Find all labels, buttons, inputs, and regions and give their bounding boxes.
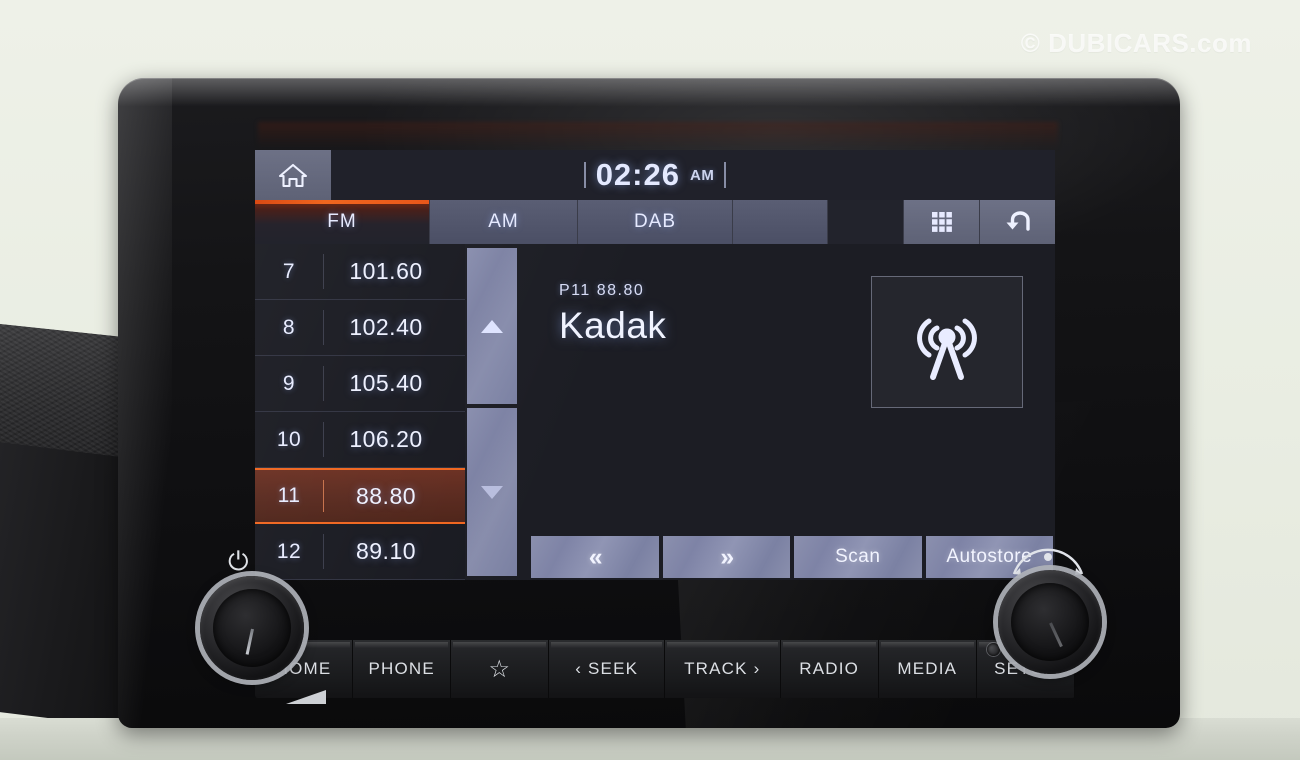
star-icon: ☆ xyxy=(488,655,512,683)
phone-hardkey[interactable]: PHONE xyxy=(353,640,452,698)
track-hardkey-label: TRACK › xyxy=(684,659,761,678)
source-icon-box xyxy=(871,276,1023,408)
preset-frequency: 88.80 xyxy=(355,482,417,509)
favorite-hardkey[interactable]: ☆ xyxy=(451,640,550,698)
infotainment-screen[interactable]: 02:26 AM FM AM DAB 7 101.60 8 102.40 9 1… xyxy=(255,150,1055,580)
radio-content: 7 101.60 8 102.40 9 105.40 10 106.20 11 … xyxy=(255,244,1055,580)
hardware-button-row: HOME PHONE ☆ ‹ SEEK TRACK › RADIO MEDIA … xyxy=(255,640,1075,698)
clock-divider-right xyxy=(724,162,727,188)
seek-hardkey-label: ‹ SEEK xyxy=(575,659,639,678)
tune-down-label: « xyxy=(588,542,603,571)
preset-list: 7 101.60 8 102.40 9 105.40 10 106.20 11 … xyxy=(255,244,465,580)
band-tab-bar: FM AM DAB xyxy=(255,200,1055,244)
preset-frequency: 102.40 xyxy=(349,314,423,340)
chevron-up-icon xyxy=(481,319,503,333)
table-row[interactable]: 7 101.60 xyxy=(255,244,465,300)
preset-frequency: 106.20 xyxy=(349,426,423,452)
station-info: P11 88.80 Kadak xyxy=(523,244,1055,580)
reset-pinhole xyxy=(987,643,1000,656)
volume-wedge-icon xyxy=(286,690,326,704)
bezel-gloss-left xyxy=(118,78,172,728)
tune-knob[interactable] xyxy=(998,570,1102,674)
tune-down-button[interactable]: « xyxy=(531,536,659,578)
tune-up-label: » xyxy=(720,542,734,571)
back-arrow-icon xyxy=(1006,211,1030,231)
preset-row-divider xyxy=(323,480,324,512)
head-unit: 02:26 AM FM AM DAB 7 101.60 8 102.40 9 1… xyxy=(118,78,1180,728)
table-row[interactable]: 9 105.40 xyxy=(255,356,465,412)
preset-number: 9 xyxy=(282,371,296,395)
preset-frequency: 101.60 xyxy=(349,258,423,284)
table-row-selected[interactable]: 11 88.80 xyxy=(255,468,465,524)
clock: 02:26 AM xyxy=(255,150,1055,200)
bezel-reflection xyxy=(258,122,1058,148)
preset-scrollbar xyxy=(465,244,523,580)
power-volume-knob[interactable] xyxy=(200,576,304,680)
radio-tower-icon xyxy=(917,318,977,380)
tab-fm-label: FM xyxy=(327,211,357,232)
tune-up-button[interactable]: » xyxy=(662,536,790,578)
tab-dab-label: DAB xyxy=(633,211,677,232)
watermark: © DUBICARS.com xyxy=(1020,28,1252,58)
clock-ampm: AM xyxy=(689,166,715,184)
preset-row-divider xyxy=(323,366,324,401)
grid-icon xyxy=(931,212,952,232)
tab-dab[interactable]: DAB xyxy=(578,200,733,244)
clock-time: 02:26 xyxy=(595,157,680,192)
media-hardkey-label: MEDIA xyxy=(897,659,958,678)
preset-row-divider xyxy=(323,254,324,289)
tab-bar-filler xyxy=(733,200,828,244)
scan-button[interactable]: Scan xyxy=(794,536,922,578)
radio-hardkey[interactable]: RADIO xyxy=(780,640,879,698)
preset-frequency: 105.40 xyxy=(349,370,423,396)
soft-button-bar: « » Scan Autostore xyxy=(255,536,1055,580)
track-hardkey[interactable]: TRACK › xyxy=(664,640,781,698)
table-row[interactable]: 10 106.20 xyxy=(255,412,465,468)
radio-hardkey-label: RADIO xyxy=(799,659,860,678)
seek-hardkey[interactable]: ‹ SEEK xyxy=(549,640,665,698)
scan-label: Scan xyxy=(835,546,881,567)
clock-divider-left xyxy=(583,162,586,188)
tab-am[interactable]: AM xyxy=(430,200,578,244)
table-row[interactable]: 8 102.40 xyxy=(255,300,465,356)
scroll-up-button[interactable] xyxy=(467,248,517,404)
media-hardkey[interactable]: MEDIA xyxy=(878,640,977,698)
preset-number: 11 xyxy=(277,484,301,507)
status-bar: 02:26 AM xyxy=(255,150,1055,200)
preset-number: 10 xyxy=(276,427,302,451)
top-right-controls xyxy=(903,200,1055,244)
back-button[interactable] xyxy=(979,200,1055,244)
apps-grid-button[interactable] xyxy=(903,200,979,244)
bezel-gloss-top xyxy=(118,78,1180,108)
tab-fm[interactable]: FM xyxy=(255,200,430,244)
power-icon: ⏻ xyxy=(228,546,249,576)
phone-hardkey-label: PHONE xyxy=(368,659,435,678)
preset-number: 8 xyxy=(282,315,296,339)
chevron-down-icon xyxy=(481,485,503,499)
preset-row-divider xyxy=(323,310,324,345)
preset-number: 7 xyxy=(282,259,296,283)
preset-row-divider xyxy=(323,422,324,457)
tab-am-label: AM xyxy=(488,211,519,232)
